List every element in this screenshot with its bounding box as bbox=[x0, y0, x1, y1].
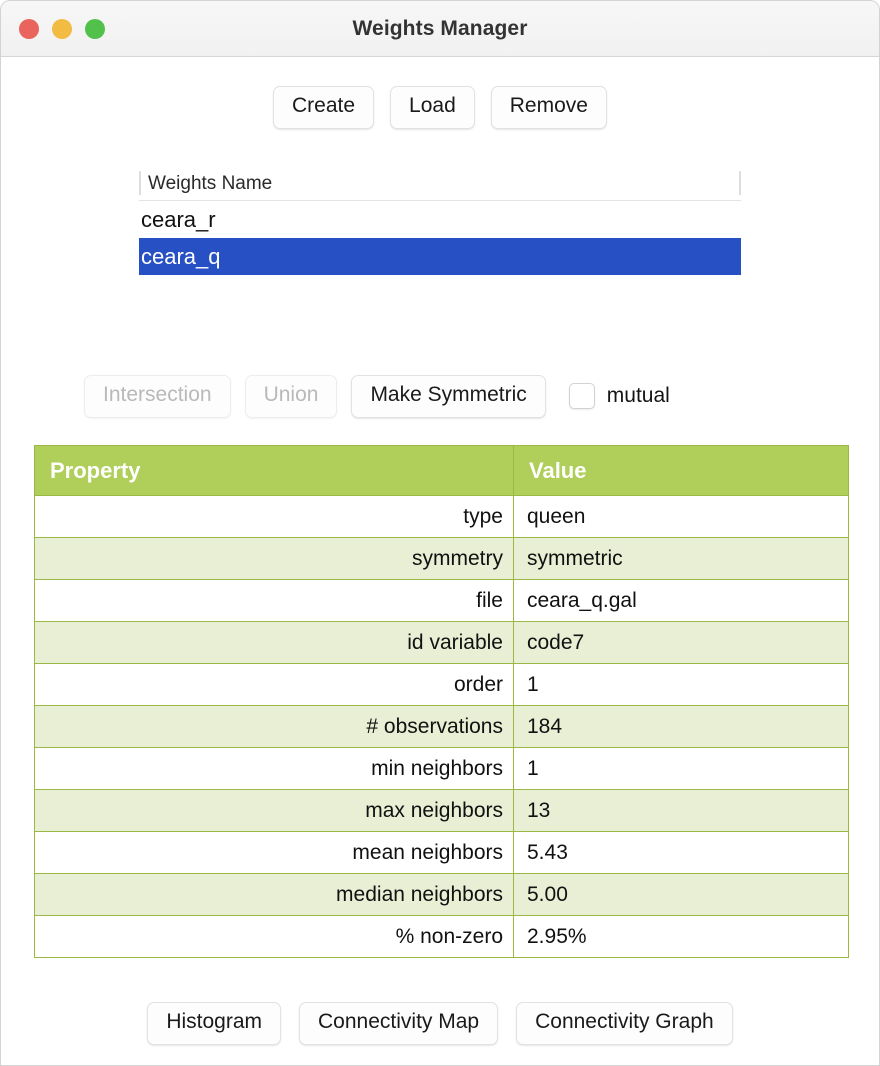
minimize-window-icon[interactable] bbox=[52, 18, 72, 39]
weights-name-column-header[interactable]: Weights Name bbox=[139, 173, 272, 195]
window-title: Weights Manager bbox=[352, 16, 528, 40]
table-row: median neighbors 5.00 bbox=[34, 873, 849, 916]
weights-manager-window: Weights Manager Create Load Remove Weigh… bbox=[0, 0, 880, 1066]
property-name: max neighbors bbox=[34, 789, 514, 832]
property-name: id variable bbox=[34, 621, 514, 664]
table-row: % non-zero 2.95% bbox=[34, 915, 849, 958]
window-titlebar: Weights Manager bbox=[1, 1, 879, 57]
property-name: % non-zero bbox=[34, 915, 514, 958]
intersection-button[interactable]: Intersection bbox=[84, 375, 231, 418]
property-name: file bbox=[34, 579, 514, 622]
property-value: 5.00 bbox=[513, 873, 849, 916]
close-window-icon[interactable] bbox=[19, 18, 39, 39]
list-item[interactable]: ceara_r bbox=[139, 201, 741, 238]
connectivity-graph-button[interactable]: Connectivity Graph bbox=[516, 1002, 733, 1045]
histogram-button[interactable]: Histogram bbox=[147, 1002, 282, 1045]
list-item[interactable]: ceara_q bbox=[139, 238, 741, 275]
table-row: file ceara_q.gal bbox=[34, 579, 849, 622]
set-operations-bar: Intersection Union Make Symmetric mutual bbox=[84, 375, 670, 418]
connectivity-map-button[interactable]: Connectivity Map bbox=[299, 1002, 499, 1045]
property-name: order bbox=[34, 663, 514, 706]
column-divider-left-icon bbox=[139, 171, 141, 195]
weights-row-label: ceara_r bbox=[141, 206, 216, 232]
weights-list-header: Weights Name bbox=[139, 168, 741, 201]
property-value: 1 bbox=[513, 747, 849, 790]
table-row: id variable code7 bbox=[34, 621, 849, 664]
value-column-header: Value bbox=[513, 445, 849, 496]
mutual-checkbox[interactable] bbox=[568, 383, 595, 410]
weights-toolbar: Create Load Remove bbox=[1, 86, 879, 129]
column-divider-right-icon bbox=[739, 171, 741, 195]
weights-properties-table: Property Value type queen symmetry symme… bbox=[34, 445, 849, 958]
property-value: symmetric bbox=[513, 537, 849, 580]
property-name: symmetry bbox=[34, 537, 514, 580]
property-value: 5.43 bbox=[513, 831, 849, 874]
property-value: code7 bbox=[513, 621, 849, 664]
property-name: mean neighbors bbox=[34, 831, 514, 874]
weights-row-label: ceara_q bbox=[141, 243, 221, 269]
weights-list: Weights Name ceara_r ceara_q bbox=[139, 168, 741, 275]
visualization-toolbar: Histogram Connectivity Map Connectivity … bbox=[1, 1002, 879, 1045]
load-button[interactable]: Load bbox=[390, 86, 475, 129]
table-row: max neighbors 13 bbox=[34, 789, 849, 832]
property-name: min neighbors bbox=[34, 747, 514, 790]
property-value: ceara_q.gal bbox=[513, 579, 849, 622]
property-value: 13 bbox=[513, 789, 849, 832]
table-row: # observations 184 bbox=[34, 705, 849, 748]
table-header-row: Property Value bbox=[34, 445, 849, 496]
remove-button[interactable]: Remove bbox=[490, 86, 607, 129]
property-name: median neighbors bbox=[34, 873, 514, 916]
table-row: order 1 bbox=[34, 663, 849, 706]
union-button[interactable]: Union bbox=[244, 375, 338, 418]
property-value: queen bbox=[513, 495, 849, 538]
mutual-checkbox-label: mutual bbox=[606, 384, 670, 408]
property-name: # observations bbox=[34, 705, 514, 748]
make-symmetric-button[interactable]: Make Symmetric bbox=[351, 375, 546, 418]
table-row: mean neighbors 5.43 bbox=[34, 831, 849, 874]
create-button[interactable]: Create bbox=[273, 86, 375, 129]
maximize-window-icon[interactable] bbox=[85, 18, 105, 39]
traffic-light-group bbox=[19, 18, 105, 39]
mutual-checkbox-group: mutual bbox=[568, 383, 670, 410]
property-value: 184 bbox=[513, 705, 849, 748]
property-column-header: Property bbox=[34, 445, 514, 496]
table-row: min neighbors 1 bbox=[34, 747, 849, 790]
table-row: type queen bbox=[34, 495, 849, 538]
table-row: symmetry symmetric bbox=[34, 537, 849, 580]
property-value: 2.95% bbox=[513, 915, 849, 958]
property-name: type bbox=[34, 495, 514, 538]
property-value: 1 bbox=[513, 663, 849, 706]
